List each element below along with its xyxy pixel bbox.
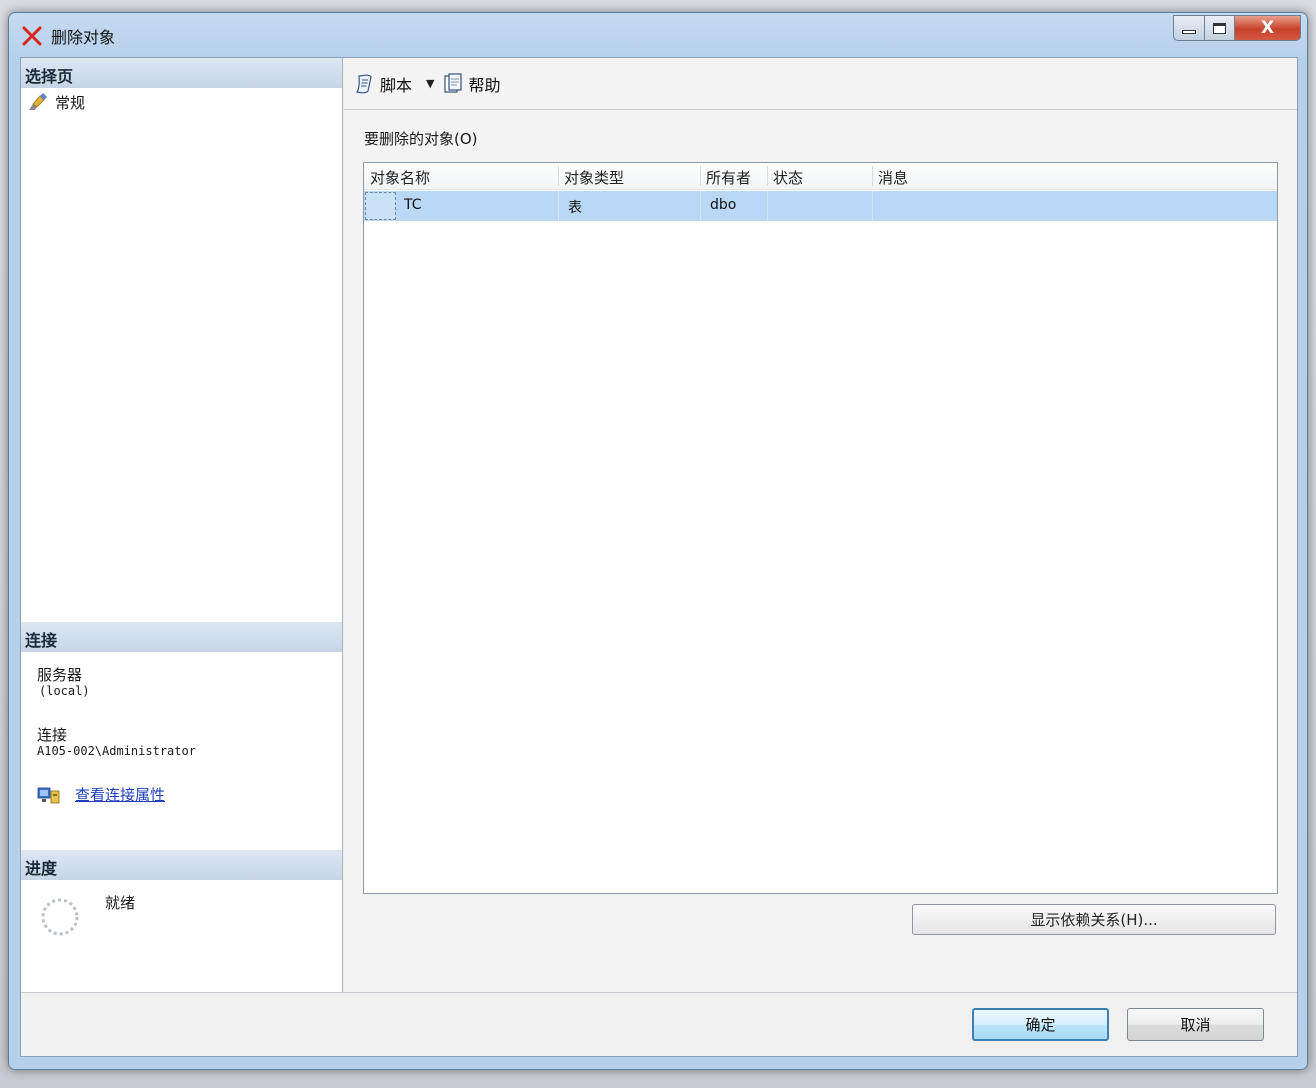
column-divider[interactable]	[767, 166, 768, 186]
cell-object-name: TC	[404, 197, 422, 213]
column-header-message[interactable]: 消息	[878, 167, 908, 188]
nav-item-general[interactable]: 常规	[27, 90, 85, 114]
ok-button[interactable]: 确定	[972, 1008, 1109, 1041]
cell-divider	[700, 191, 701, 221]
cancel-button[interactable]: 取消	[1127, 1008, 1264, 1041]
column-header-owner[interactable]: 所有者	[706, 167, 751, 188]
connection-properties-icon	[37, 787, 60, 803]
column-header-status[interactable]: 状态	[773, 167, 803, 188]
minimize-icon	[1182, 30, 1196, 34]
caption-buttons: X	[1173, 15, 1301, 43]
table-row[interactable]: TC 表 dbo	[364, 191, 1277, 221]
general-page-icon	[29, 93, 47, 110]
column-header-object-type[interactable]: 对象类型	[564, 167, 624, 188]
grid-header: 对象名称 对象类型 所有者 状态 消息	[364, 163, 1277, 190]
column-divider[interactable]	[558, 166, 559, 186]
select-page-header: 选择页	[21, 58, 342, 88]
cell-owner: dbo	[710, 197, 737, 213]
script-dropdown-arrow[interactable]: ▼	[426, 77, 434, 90]
cell-divider	[767, 191, 768, 221]
left-pane: 选择页 常规 连接 服务器 (local) 连接 A105-002\Admini…	[21, 58, 343, 992]
script-label: 脚本	[380, 75, 413, 95]
cell-divider	[558, 191, 559, 221]
maximize-icon	[1213, 22, 1226, 34]
close-button[interactable]: X	[1235, 15, 1301, 41]
help-icon	[444, 72, 463, 93]
view-connection-properties-row: 查看连接属性	[37, 784, 165, 805]
progress-header: 进度	[21, 850, 342, 880]
maximize-button[interactable]	[1205, 15, 1235, 41]
delete-object-dialog: 删除对象 X 选择页 常规 连接 服务器 (local) 连接 A105-002…	[8, 12, 1308, 1070]
objects-to-delete-label: 要删除的对象(O)	[364, 130, 478, 148]
progress-status: 就绪	[105, 894, 136, 912]
delete-x-icon	[22, 26, 42, 46]
row-selector[interactable]	[365, 192, 396, 220]
nav-item-general-label: 常规	[55, 93, 86, 112]
connection-label: 连接	[37, 726, 68, 744]
help-button[interactable]: 帮助	[442, 72, 501, 96]
window-title: 删除对象	[51, 28, 116, 47]
right-pane: 脚本 ▼ 帮助 要删除的对象(O) 对象名称 对象类型 所有者 状态 消息 TC…	[344, 58, 1297, 992]
column-divider[interactable]	[872, 166, 873, 186]
server-value: (local)	[39, 684, 90, 698]
server-label: 服务器	[37, 666, 83, 684]
script-button[interactable]: 脚本	[354, 72, 412, 96]
minimize-button[interactable]	[1173, 15, 1205, 41]
objects-grid: 对象名称 对象类型 所有者 状态 消息 TC 表 dbo	[363, 162, 1278, 894]
column-divider[interactable]	[700, 166, 701, 186]
column-header-object-name[interactable]: 对象名称	[370, 167, 430, 188]
close-icon: X	[1260, 17, 1275, 38]
script-icon	[356, 74, 372, 93]
toolbar: 脚本 ▼ 帮助	[344, 58, 1297, 110]
dialog-button-bar: 确定 取消	[21, 992, 1297, 1056]
view-connection-properties-link[interactable]: 查看连接属性	[75, 784, 165, 805]
title-bar[interactable]: 删除对象 X	[9, 13, 1307, 59]
show-dependencies-button[interactable]: 显示依赖关系(H)...	[912, 904, 1276, 935]
cell-divider	[872, 191, 873, 221]
help-label: 帮助	[468, 75, 501, 95]
cell-object-type: 表	[568, 200, 582, 216]
connection-header: 连接	[21, 622, 342, 652]
dialog-client-area: 选择页 常规 连接 服务器 (local) 连接 A105-002\Admini…	[20, 57, 1298, 1057]
connection-value: A105-002\Administrator	[37, 744, 196, 758]
progress-spinner-icon	[41, 898, 79, 936]
